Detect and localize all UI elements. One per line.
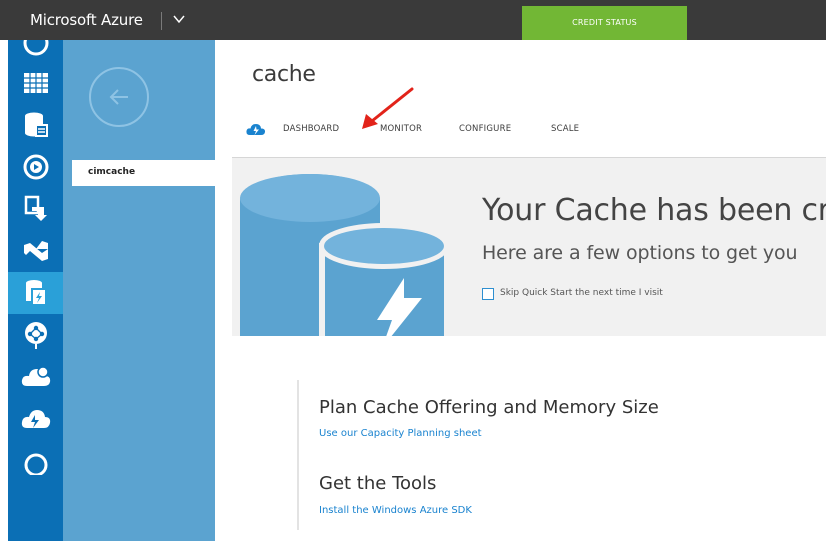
top-bar: Microsoft Azure CREDIT STATUS bbox=[0, 0, 826, 40]
deploy-icon[interactable] bbox=[8, 188, 63, 230]
brand-title[interactable]: Microsoft Azure bbox=[30, 11, 143, 29]
back-button[interactable] bbox=[89, 67, 149, 127]
section-rule bbox=[297, 380, 299, 530]
cache-hero-icon bbox=[240, 174, 450, 336]
cache-list-item[interactable]: cimcache bbox=[72, 160, 215, 186]
cache-icon[interactable] bbox=[8, 272, 63, 314]
tab-scale[interactable]: SCALE bbox=[551, 124, 579, 134]
page-title: cache bbox=[252, 62, 316, 87]
quickstart-cloud-icon[interactable] bbox=[246, 121, 266, 140]
secondary-nav-pane: cimcache bbox=[63, 40, 215, 541]
checkbox-box[interactable] bbox=[482, 288, 494, 300]
credit-status-button[interactable]: CREDIT STATUS bbox=[522, 6, 687, 40]
cache-list-item-label: cimcache bbox=[88, 167, 136, 177]
quickstart-heading: Your Cache has been cre bbox=[482, 193, 826, 228]
visual-studio-icon[interactable] bbox=[8, 230, 63, 272]
network-icon[interactable] bbox=[8, 314, 63, 356]
section-title-tools: Get the Tools bbox=[319, 473, 437, 494]
database-icon[interactable] bbox=[8, 104, 63, 146]
quickstart-banner: Your Cache has been cre Here are a few o… bbox=[232, 158, 826, 336]
arrow-left-icon bbox=[109, 89, 128, 105]
cloud-storm-icon[interactable] bbox=[8, 398, 63, 440]
media-play-icon[interactable] bbox=[8, 146, 63, 188]
chevron-down-icon[interactable] bbox=[172, 11, 186, 30]
quickstart-subheading: Here are a few options to get you bbox=[482, 242, 798, 264]
tab-configure[interactable]: CONFIGURE bbox=[459, 124, 511, 134]
gear-partial-icon[interactable] bbox=[8, 440, 63, 482]
skip-quickstart-label[interactable]: Skip Quick Start the next time I visit bbox=[500, 288, 663, 298]
install-sdk-link[interactable]: Install the Windows Azure SDK bbox=[319, 505, 472, 516]
service-rail bbox=[8, 40, 63, 541]
brand-divider bbox=[161, 12, 162, 30]
section-title-plan: Plan Cache Offering and Memory Size bbox=[319, 397, 659, 418]
capacity-planning-link[interactable]: Use our Capacity Planning sheet bbox=[319, 428, 482, 439]
annotation-arrow bbox=[362, 87, 414, 129]
grid-table-icon[interactable] bbox=[8, 62, 63, 104]
rail-item-partial[interactable] bbox=[8, 40, 63, 64]
tab-dashboard[interactable]: DASHBOARD bbox=[283, 124, 339, 134]
cloud-service-icon[interactable] bbox=[8, 356, 63, 398]
